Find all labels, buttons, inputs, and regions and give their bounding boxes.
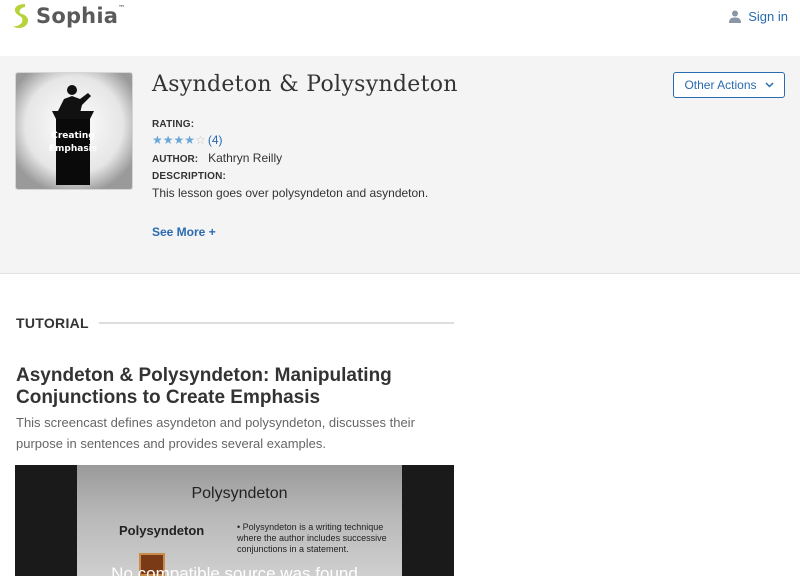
lesson-title: Asyndeton & Polysyndeton xyxy=(152,72,458,97)
top-bar: Sophia™ Sign in xyxy=(0,0,800,56)
description-label: DESCRIPTION: xyxy=(152,171,227,182)
author-name: Kathryn Reilly xyxy=(208,151,283,165)
brand-name: Sophia™ xyxy=(36,4,126,28)
sophia-logo[interactable]: Sophia™ xyxy=(10,3,125,29)
tutorial-title[interactable]: Asyndeton & Polysyndeton: Manipulating C… xyxy=(16,365,456,409)
tutorial-label: TUTORIAL xyxy=(16,315,89,331)
slide-bullet: • Polysyndeton is a writing technique wh… xyxy=(237,522,387,554)
video-frame: Polysyndeton Polysyndeton • Polysyndeton… xyxy=(77,465,402,576)
see-more-link[interactable]: See More + xyxy=(152,225,216,239)
rating-label: RATING: xyxy=(152,119,195,130)
video-error-message: No compatible source was found xyxy=(111,564,358,576)
star-icon: ★ xyxy=(162,133,174,147)
star-row: ★★★★☆ xyxy=(152,131,206,149)
slide-title: Polysyndeton xyxy=(191,485,288,502)
author-label: AUTHOR: xyxy=(152,154,199,165)
chevron-down-icon xyxy=(764,82,774,88)
star-icon: ★ xyxy=(152,133,163,147)
video-player[interactable]: Polysyndeton Polysyndeton • Polysyndeton… xyxy=(15,465,454,576)
sophia-logo-icon xyxy=(13,4,29,29)
thumbnail-text-emphasis: Emphasis xyxy=(49,144,97,154)
lesson-description: This lesson goes over polysyndeton and a… xyxy=(152,186,429,200)
person-icon xyxy=(729,10,742,23)
section-divider xyxy=(98,322,454,324)
other-actions-dropdown[interactable]: Other Actions xyxy=(673,72,785,98)
star-icon: ☆ xyxy=(195,133,206,147)
lesson-header: Creating Emphasis Asyndeton & Polysyndet… xyxy=(0,56,800,274)
rating-stars[interactable]: ★★★★☆ (4) xyxy=(152,131,223,149)
other-actions-label: Other Actions xyxy=(684,78,757,92)
slide-subtitle: Polysyndeton xyxy=(119,523,205,538)
star-icon: ★ xyxy=(173,133,185,147)
rating-count[interactable]: (4) xyxy=(208,133,223,147)
thumbnail-text-creating: Creating xyxy=(51,131,94,141)
lesson-thumbnail: Creating Emphasis xyxy=(15,72,133,190)
tutorial-description: This screencast defines asyndeton and po… xyxy=(16,415,415,451)
author-row: AUTHOR: Kathryn Reilly xyxy=(152,151,282,165)
sign-in-link[interactable]: Sign in xyxy=(729,9,788,24)
tutorial-section-header: TUTORIAL xyxy=(16,315,454,331)
star-icon: ★ xyxy=(184,133,196,147)
lesson-thumbnail-image: Creating Emphasis xyxy=(16,73,132,189)
sign-in-label: Sign in xyxy=(748,9,788,24)
